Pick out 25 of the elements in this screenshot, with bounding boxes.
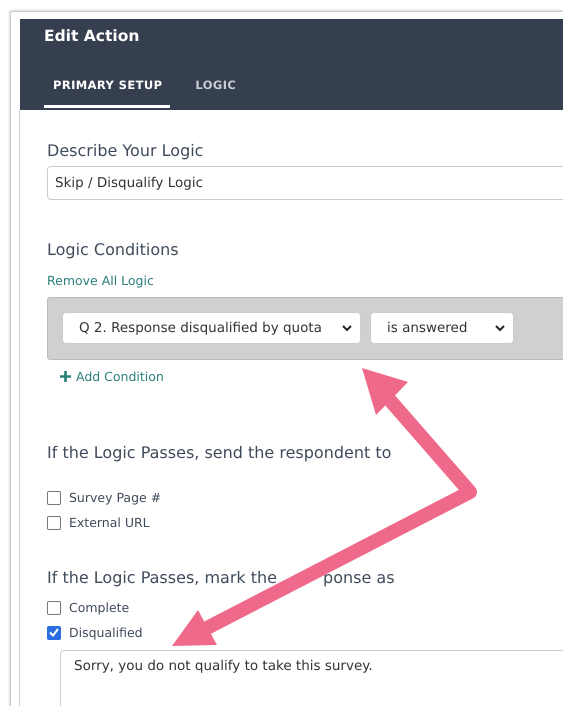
add-condition-link[interactable]: Add Condition: [60, 369, 563, 384]
section-heading: If the Logic Passes, mark the: [47, 568, 278, 587]
option-label: Survey Page #: [69, 490, 162, 505]
caret-icon: [342, 324, 352, 332]
option-label: External URL: [69, 515, 150, 530]
section-heading: Logic Conditions: [47, 240, 180, 259]
operator-dropdown[interactable]: is answered: [370, 312, 514, 344]
plus-icon: [60, 371, 71, 382]
question-dropdown[interactable]: Q 2. Response disqualified by quota: [62, 312, 361, 344]
field-label: Describe Your Logic: [47, 141, 204, 160]
checkbox[interactable]: [47, 490, 61, 504]
checkbox[interactable]: [47, 516, 61, 530]
checkbox[interactable]: [47, 600, 61, 614]
section-heading: ponse as: [323, 568, 395, 587]
input-field[interactable]: Skip / Disqualify Logic: [47, 166, 563, 200]
caret-icon: [495, 324, 505, 332]
section-heading: If the Logic Passes, send the respondent to: [47, 443, 392, 462]
tab[interactable]: LOGIC: [186, 69, 244, 108]
option-label: Complete: [69, 600, 130, 615]
remove-all-link[interactable]: Remove All Logic: [47, 273, 563, 288]
checkbox[interactable]: [47, 626, 61, 640]
option-label: Disqualified: [69, 625, 143, 640]
window-title: Edit Action: [44, 27, 140, 45]
message-textarea[interactable]: Sorry, you do not qualify to take this survey.: [60, 650, 563, 706]
tab[interactable]: PRIMARY SETUP: [44, 69, 170, 108]
